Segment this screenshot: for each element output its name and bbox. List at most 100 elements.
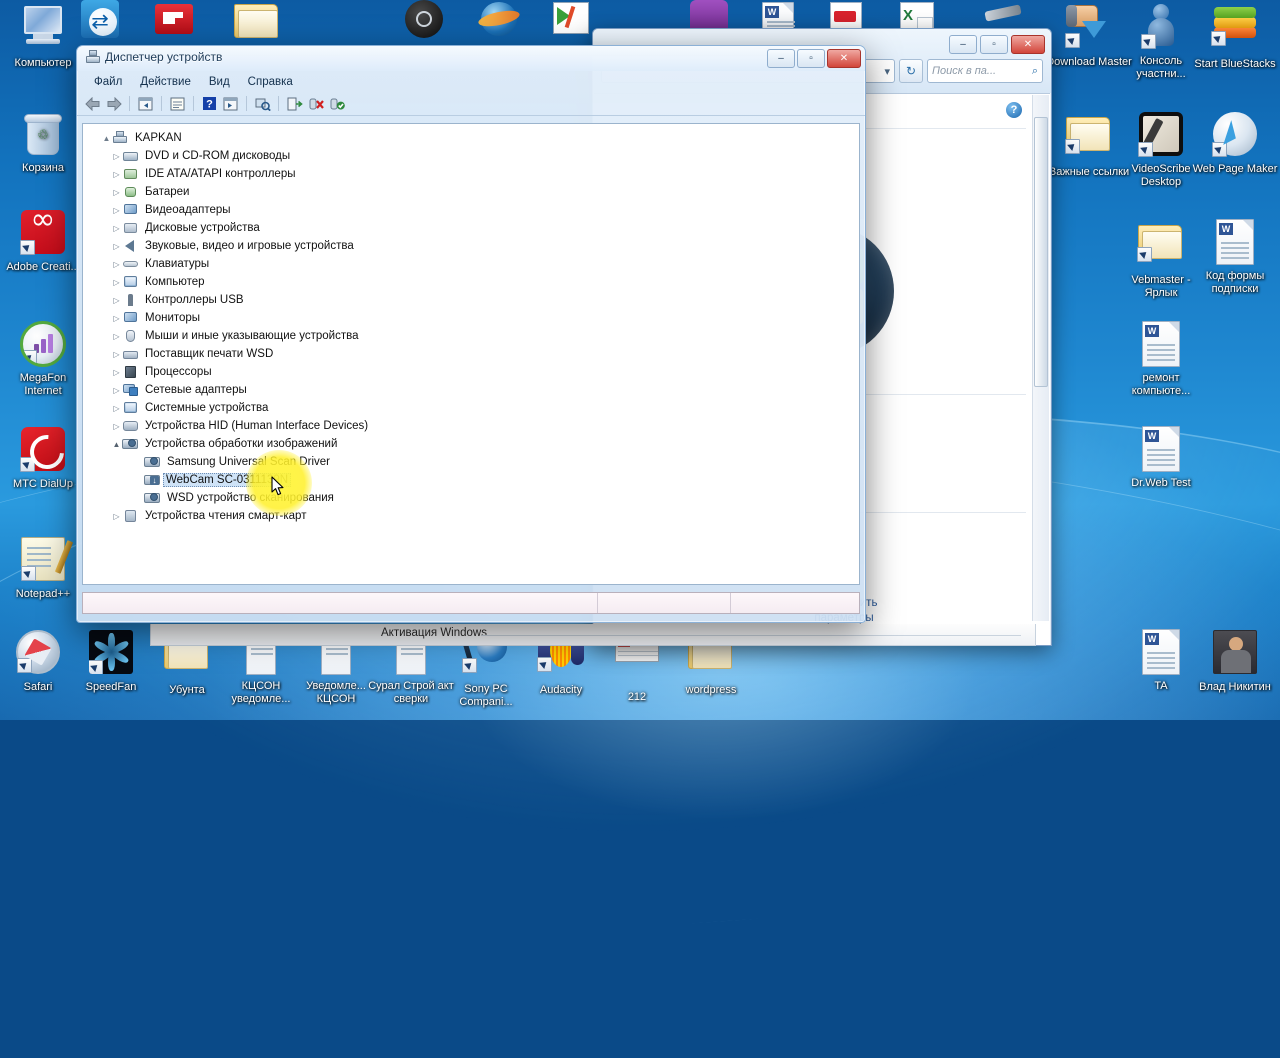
tree-row[interactable]: ▷Видеоадаптеры — [83, 201, 859, 219]
desktop-icon-vlad-nikitin[interactable]: Влад Никитин — [1192, 628, 1278, 694]
adobe-creative-cloud-icon — [19, 210, 67, 258]
desktop-icon-web-page-maker[interactable]: Web Page Maker — [1192, 110, 1278, 176]
search-icon[interactable]: ⌕ — [1032, 65, 1038, 78]
device-tree-pane[interactable]: ▲ KAPKAN ▷DVD и CD-ROM дисководы▷IDE ATA… — [82, 123, 860, 585]
expand-arrow-icon[interactable]: ▷ — [111, 219, 122, 237]
expand-arrow-icon[interactable]: ▷ — [111, 255, 122, 273]
menu-item-view[interactable]: Вид — [200, 74, 239, 90]
tree-row[interactable]: ▷Устройства чтения смарт-карт — [83, 507, 859, 525]
expand-arrow-icon[interactable]: ▷ — [111, 399, 122, 417]
tree-row[interactable]: Samsung Universal Scan Driver — [83, 453, 859, 471]
forward-arrow-icon[interactable] — [104, 94, 123, 113]
chevron-down-icon[interactable]: ▾ — [884, 65, 890, 78]
desktop-icon-label: MTC DialUp — [0, 478, 86, 491]
explorer-minimize-button[interactable]: – — [949, 35, 977, 54]
tree-row[interactable]: ▷Клавиатуры — [83, 255, 859, 273]
show-hide-console-tree-icon[interactable] — [136, 94, 155, 113]
expand-arrow-icon[interactable]: ▷ — [111, 507, 122, 525]
tree-row[interactable]: ▷Сетевые адаптеры — [83, 381, 859, 399]
taskbar-icon-teamviewer[interactable] — [81, 0, 121, 40]
desktop-icon-adobe-creative-cloud[interactable]: Adobe Creati... — [0, 208, 86, 274]
tree-row-label: IDE ATA/ATAPI контроллеры — [143, 168, 298, 180]
menu-item-file[interactable]: Файл — [85, 74, 131, 90]
tree-row[interactable]: ▷Поставщик печати WSD — [83, 345, 859, 363]
scan-for-hardware-changes-icon[interactable] — [253, 94, 272, 113]
expand-arrow-icon[interactable]: ▷ — [111, 273, 122, 291]
enable-device-icon[interactable] — [327, 94, 346, 113]
refresh-button[interactable]: ↻ — [899, 59, 923, 83]
taskbar-icon-explorer[interactable] — [234, 2, 274, 42]
help-icon[interactable]: ? — [1006, 102, 1022, 118]
view-icon[interactable] — [221, 94, 240, 113]
tree-row[interactable]: WSD устройство сканирования — [83, 489, 859, 507]
expand-arrow-icon[interactable]: ▷ — [111, 147, 122, 165]
statusbar-cell-3 — [731, 593, 859, 613]
desktop-icon-speedfan[interactable]: SpeedFan — [68, 628, 154, 694]
tree-row[interactable]: ▷Процессоры — [83, 363, 859, 381]
desktop-icon-recycle-bin[interactable]: ♲ Корзина — [0, 110, 86, 175]
explorer-vertical-scrollbar[interactable] — [1032, 95, 1049, 621]
expand-arrow-icon[interactable]: ▷ — [111, 291, 122, 309]
tree-row[interactable]: WebCam SC-0311139N — [83, 471, 859, 489]
expand-arrow-icon[interactable]: ▷ — [111, 165, 122, 183]
desktop-icon-label: Dr.Web Test — [1118, 477, 1204, 490]
device-tree-children: ▷DVD и CD-ROM дисководы▷IDE ATA/ATAPI ко… — [83, 147, 859, 525]
search-input[interactable]: Поиск в па... ⌕ — [927, 59, 1043, 83]
expand-arrow-icon[interactable]: ▷ — [111, 327, 122, 345]
device-manager-titlebar[interactable]: Диспетчер устройств – ▫ ✕ — [77, 46, 865, 71]
desktop-icon-drweb-test[interactable]: W Dr.Web Test — [1118, 425, 1204, 490]
collapse-arrow-icon[interactable]: ▲ — [101, 129, 112, 147]
expand-arrow-icon[interactable]: ▷ — [111, 417, 122, 435]
taskbar-icon-red-app[interactable] — [155, 0, 195, 40]
expand-arrow-icon[interactable]: ▷ — [111, 363, 122, 381]
tree-row[interactable]: ▷DVD и CD-ROM дисководы — [83, 147, 859, 165]
desktop-icon-subscription-form-code[interactable]: W Код формы подписки — [1192, 218, 1278, 295]
desktop-icon-label: Notepad++ — [0, 588, 86, 601]
explorer-maximize-button[interactable]: ▫ — [980, 35, 1008, 54]
taskbar-icon-paint[interactable] — [553, 2, 593, 42]
expand-arrow-icon[interactable]: ▷ — [111, 345, 122, 363]
close-button[interactable]: ✕ — [827, 49, 861, 68]
tree-row[interactable]: ▷Контроллеры USB — [83, 291, 859, 309]
collapse-arrow-icon[interactable]: ▲ — [111, 435, 122, 453]
taskbar-icon-media-player[interactable] — [405, 0, 445, 40]
expand-arrow-icon[interactable]: ▷ — [111, 237, 122, 255]
scrollbar-thumb[interactable] — [1034, 117, 1048, 387]
tree-row[interactable]: ▲Устройства обработки изображений — [83, 435, 859, 453]
tree-row[interactable]: ▷Дисковые устройства — [83, 219, 859, 237]
tree-row-label: Samsung Universal Scan Driver — [165, 456, 332, 468]
update-driver-icon[interactable] — [285, 94, 304, 113]
tree-row[interactable]: ▷Компьютер — [83, 273, 859, 291]
properties-icon[interactable] — [168, 94, 187, 113]
tree-row[interactable]: ▷Звуковые, видео и игровые устройства — [83, 237, 859, 255]
network-adapter-icon — [122, 382, 139, 398]
desktop-icon-computer[interactable]: Компьютер — [0, 2, 86, 70]
explorer-close-button[interactable]: ✕ — [1011, 35, 1045, 54]
tree-row[interactable]: ▷Мониторы — [83, 309, 859, 327]
tree-row[interactable]: ▷Мыши и иные указывающие устройства — [83, 327, 859, 345]
taskbar-icon-internet-explorer[interactable] — [481, 2, 521, 42]
minimize-button[interactable]: – — [767, 49, 795, 68]
desktop-icon-notepad-plus-plus[interactable]: Notepad++ — [0, 535, 86, 601]
menu-item-help[interactable]: Справка — [239, 74, 302, 90]
maximize-button[interactable]: ▫ — [797, 49, 825, 68]
disable-device-icon[interactable] — [306, 94, 325, 113]
expand-arrow-icon[interactable]: ▷ — [111, 309, 122, 327]
videoscribe-icon — [1137, 112, 1185, 160]
tree-row[interactable]: ▷Устройства HID (Human Interface Devices… — [83, 417, 859, 435]
tree-row[interactable]: ▷ IDE ATA/ATAPI контроллеры — [83, 165, 859, 183]
desktop-icon-start-bluestacks[interactable]: Start BlueStacks — [1192, 2, 1278, 71]
tree-row[interactable]: ▷Системные устройства — [83, 399, 859, 417]
tree-row[interactable]: ▷Батареи — [83, 183, 859, 201]
help-icon[interactable]: ? — [200, 94, 219, 113]
expand-arrow-icon[interactable]: ▷ — [111, 381, 122, 399]
desktop-icon-mts-dialup[interactable]: MTC DialUp — [0, 425, 86, 491]
desktop-icon-remont-kompyutera[interactable]: W ремонт компьюте... — [1118, 320, 1204, 397]
menu-item-action[interactable]: Действие — [131, 74, 200, 90]
desktop-icon-megafon-internet[interactable]: MegaFon Internet — [0, 320, 86, 397]
expand-arrow-icon[interactable]: ▷ — [111, 183, 122, 201]
back-arrow-icon[interactable] — [83, 94, 102, 113]
tree-row-root[interactable]: ▲ KAPKAN — [83, 129, 859, 147]
device-manager-window[interactable]: Диспетчер устройств – ▫ ✕ Файл Действие … — [76, 45, 866, 623]
expand-arrow-icon[interactable]: ▷ — [111, 201, 122, 219]
